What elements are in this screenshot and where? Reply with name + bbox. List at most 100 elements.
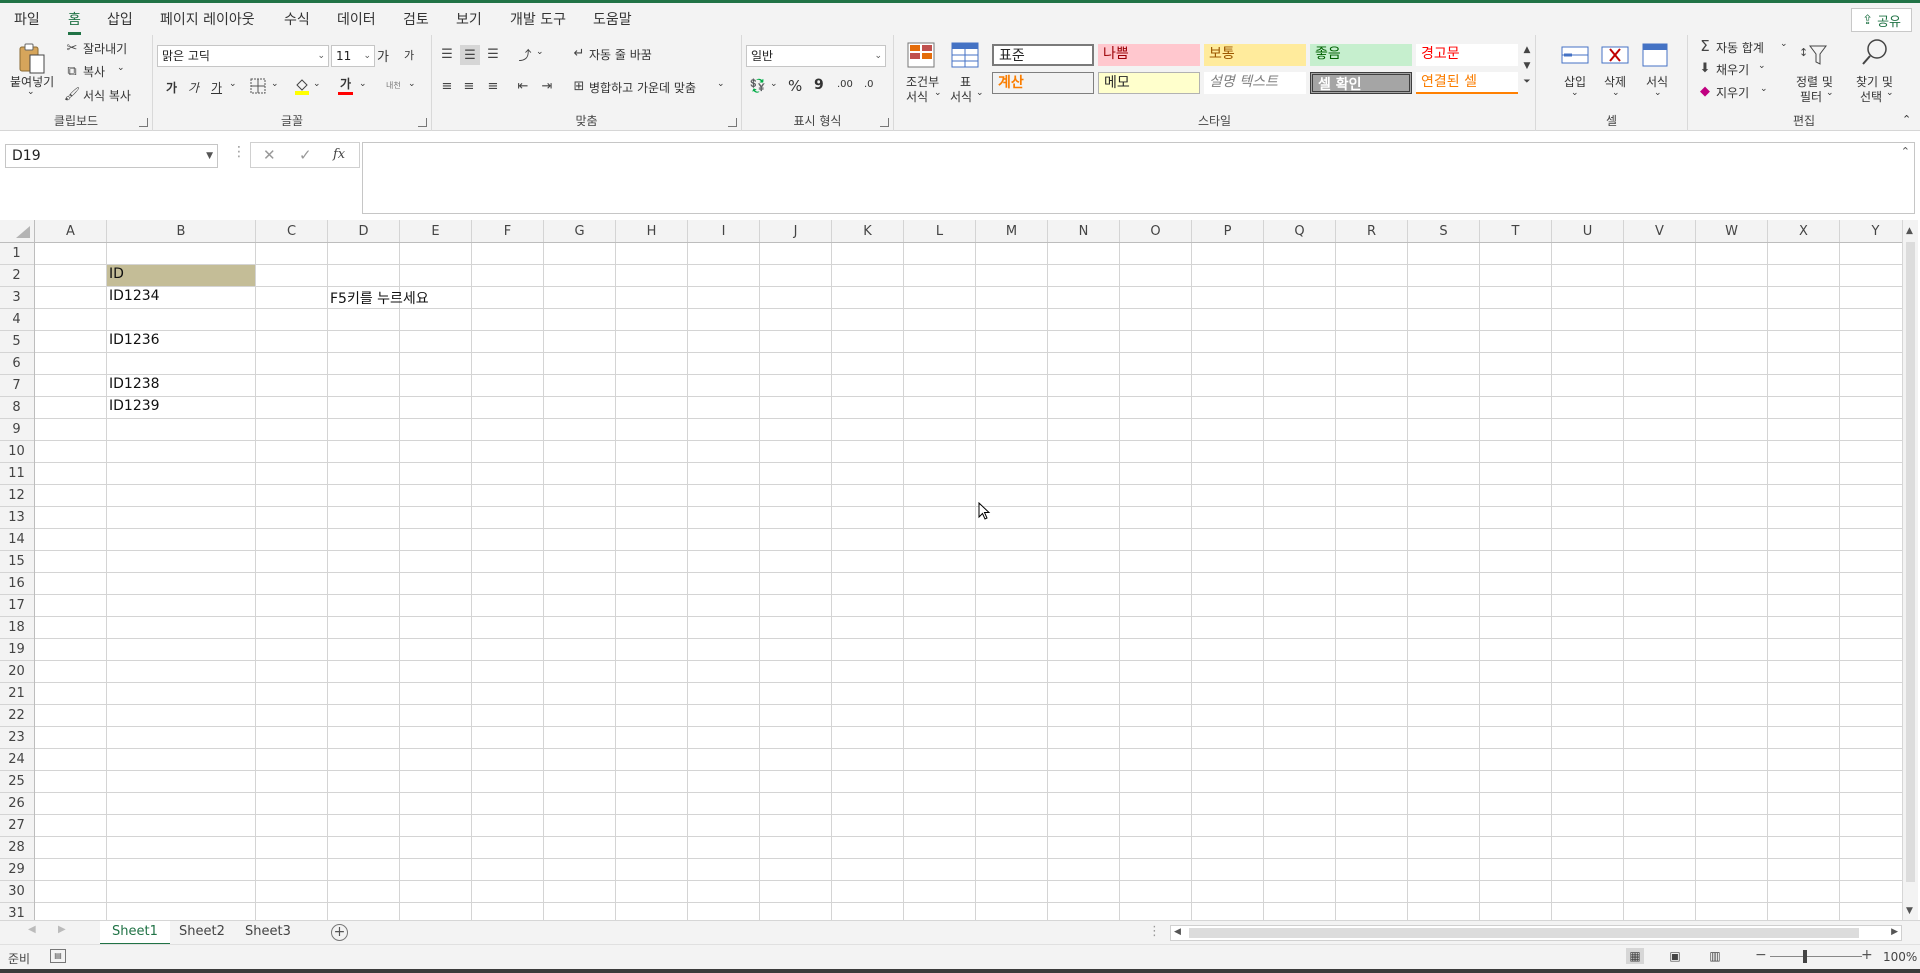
row-header-11[interactable]: 11 [0,463,33,484]
number-format-select[interactable]: 일반 ⌄ [746,45,886,67]
border-dropdown-icon[interactable]: ⌄ [271,79,279,89]
style-bad[interactable]: 나쁨 [1098,44,1200,66]
row-header-14[interactable]: 14 [0,529,33,550]
row-header-16[interactable]: 16 [0,573,33,594]
scroll-right-icon[interactable]: ▶ [1891,927,1898,937]
macro-record-icon[interactable]: ▤ [50,949,66,963]
tab-splitter-icon[interactable]: ⋮ [1148,924,1161,939]
cell-d3[interactable]: F5키를 누르세요 [330,288,429,308]
clipboard-launcher-icon[interactable] [139,118,148,127]
column-header-s[interactable]: S [1408,221,1479,242]
row-header-18[interactable]: 18 [0,617,33,638]
format-as-table-icon[interactable] [950,41,980,69]
align-left-icon[interactable]: ≡ [438,77,456,95]
row-header-21[interactable]: 21 [0,683,33,704]
row-header-28[interactable]: 28 [0,837,33,858]
row-header-22[interactable]: 22 [0,705,33,726]
currency-dropdown-icon[interactable]: ⌄ [770,79,778,89]
underline-dropdown-icon[interactable]: ⌄ [229,79,237,89]
formula-input[interactable]: ⌃ [362,142,1915,214]
copy-dropdown-icon[interactable]: ⌄ [117,63,125,73]
scroll-left-icon[interactable]: ◀ [1174,927,1181,937]
font-color-button[interactable]: 가 [338,75,354,95]
vertical-scroll-thumb[interactable] [1906,242,1915,882]
tab-formulas[interactable]: 수식 [284,9,310,29]
tab-scroll-right-icon[interactable]: ▶ [58,924,66,935]
row-header-13[interactable]: 13 [0,507,33,528]
column-header-a[interactable]: A [35,221,106,242]
decrease-font-button[interactable]: 가 [404,47,414,63]
column-header-m[interactable]: M [976,221,1047,242]
fill-button[interactable]: 채우기 [1716,61,1749,78]
zoom-slider-thumb[interactable] [1803,950,1807,963]
clear-button[interactable]: 지우기 [1716,84,1749,101]
border-icon[interactable] [249,77,267,95]
add-sheet-icon[interactable]: + [331,924,348,941]
cancel-icon[interactable]: ✕ [263,146,276,164]
column-header-k[interactable]: K [832,221,903,242]
row-header-17[interactable]: 17 [0,595,33,616]
insert-function-icon[interactable]: fx [333,147,345,162]
phonetic-dropdown-icon[interactable]: ⌄ [408,79,416,89]
style-linked-cell[interactable]: 연결된 셀 [1416,72,1518,94]
fill-color-dropdown-icon[interactable]: ⌄ [313,79,321,89]
italic-button[interactable]: 가 [188,79,199,96]
row-header-27[interactable]: 27 [0,815,33,836]
column-header-e[interactable]: E [400,221,471,242]
font-size-select[interactable]: 11 ⌄ [331,45,375,67]
percent-button[interactable]: % [788,77,802,95]
scroll-up-icon[interactable]: ▲ [1906,226,1913,236]
row-header-6[interactable]: 6 [0,353,33,374]
align-center-icon[interactable]: ≡ [460,77,478,95]
row-header-7[interactable]: 7 [0,375,33,396]
column-header-p[interactable]: P [1192,221,1263,242]
font-launcher-icon[interactable] [418,118,427,127]
column-header-h[interactable]: H [616,221,687,242]
column-header-j[interactable]: J [760,221,831,242]
fill-color-icon[interactable] [293,77,311,95]
conditional-dropdown-icon[interactable]: ⌄ [934,88,942,98]
increase-decimal-button[interactable]: .00 [837,79,853,90]
tab-developer[interactable]: 개발 도구 [510,9,566,29]
column-header-x[interactable]: X [1768,221,1839,242]
orientation-icon[interactable]: ⤴ [514,45,536,64]
sheet-tab-sheet1[interactable]: Sheet1 [100,921,170,945]
fill-dropdown-icon[interactable]: ⌄ [1758,61,1766,71]
tab-home[interactable]: 홈 [68,9,81,35]
insert-dropdown-icon[interactable]: ⌄ [1571,88,1579,98]
column-header-c[interactable]: C [256,221,327,242]
autosum-button[interactable]: 자동 합계 [1716,39,1764,56]
style-normal[interactable]: 표준 [992,44,1094,66]
decrease-decimal-button[interactable]: .0 [864,79,874,90]
sort-dropdown-icon[interactable]: ⌄ [1826,88,1834,98]
tab-page-layout[interactable]: 페이지 레이아웃 [160,9,255,29]
chevron-down-icon[interactable]: ▼ [206,145,213,167]
format-dropdown-icon[interactable]: ⌄ [1654,88,1662,98]
column-header-u[interactable]: U [1552,221,1623,242]
insert-cells-icon[interactable] [1560,41,1590,69]
row-header-31[interactable]: 31 [0,903,33,920]
row-header-15[interactable]: 15 [0,551,33,572]
cell-b3[interactable]: ID1234 [109,288,160,304]
font-name-select[interactable]: 맑은 고딕 ⌄ [157,45,329,67]
delete-dropdown-icon[interactable]: ⌄ [1612,88,1620,98]
format-painter-button[interactable]: 서식 복사 [83,87,131,104]
row-header-25[interactable]: 25 [0,771,33,792]
style-note[interactable]: 메모 [1098,72,1200,94]
column-header-b[interactable]: B [107,221,255,242]
column-header-y[interactable]: Y [1840,221,1911,242]
column-header-f[interactable]: F [472,221,543,242]
table-dropdown-icon[interactable]: ⌄ [976,88,984,98]
row-header-26[interactable]: 26 [0,793,33,814]
sheet-tab-sheet2[interactable]: Sheet2 [167,921,237,945]
styles-more-icon[interactable]: ⏷ [1520,75,1534,89]
copy-button[interactable]: 복사 [83,63,105,80]
zoom-in-icon[interactable]: + [1861,947,1873,963]
column-header-q[interactable]: Q [1264,221,1335,242]
currency-icon[interactable]: 💱 [748,77,768,95]
merge-dropdown-icon[interactable]: ⌄ [717,79,725,89]
tab-scroll-left-icon[interactable]: ◀ [28,924,36,935]
bold-button[interactable]: 가 [166,79,177,96]
page-break-view-icon[interactable]: ▥ [1706,948,1724,964]
row-header-4[interactable]: 4 [0,309,33,330]
